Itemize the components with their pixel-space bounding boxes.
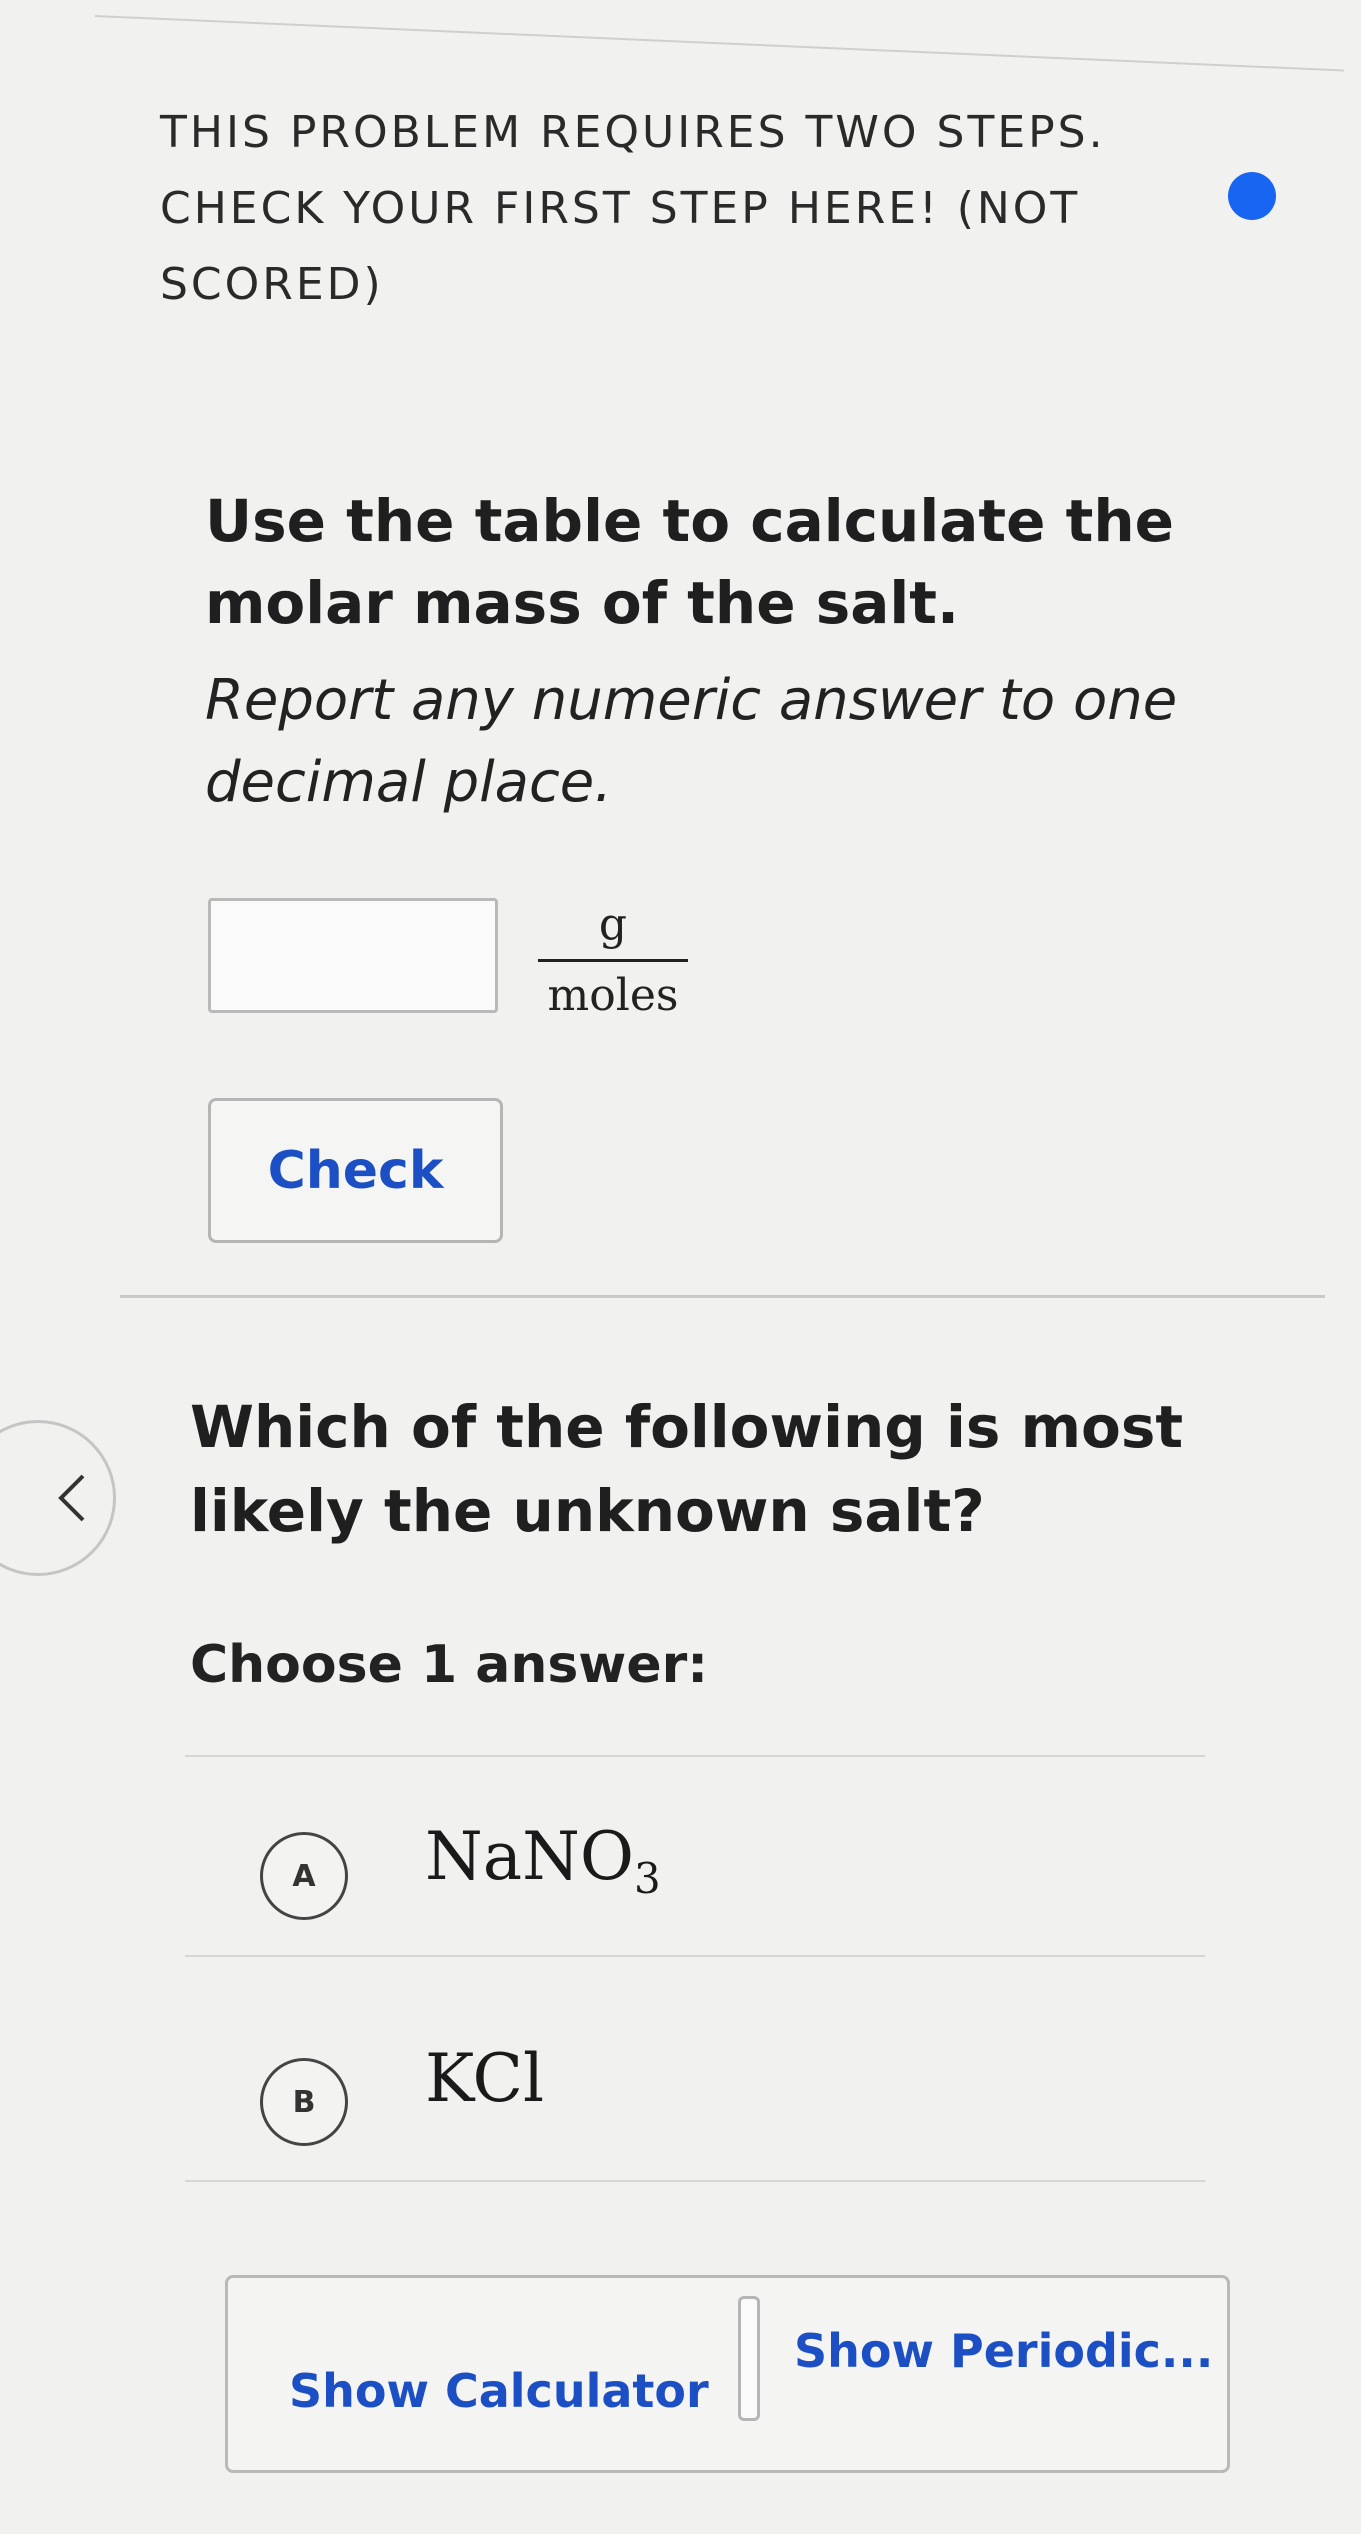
choice-a-label[interactable]: NaNO3 [425,1818,661,1903]
step1-instruction: Report any numeric answer to one decimal… [205,668,1178,815]
chevron-left-icon [58,1474,85,1522]
choice-a-formula: NaNO [425,1818,634,1895]
check-button[interactable]: Check [208,1098,503,1243]
section-divider [120,1295,1325,1298]
choice-separator [185,1755,1205,1757]
choice-a-circle[interactable]: A [260,1832,348,1920]
choice-b-label[interactable]: KCl [425,2040,544,2125]
choice-a-subscript: 3 [633,1854,661,1904]
choice-b-circle[interactable]: B [260,2058,348,2146]
show-periodic-table-button[interactable]: Show Periodic... [788,2323,1219,2379]
molar-mass-input[interactable] [208,898,498,1013]
status-dot-icon [1228,172,1276,220]
step2-question: Which of the following is most likely th… [190,1393,1184,1545]
step-note: THIS PROBLEM REQUIRES TWO STEPS. CHECK Y… [160,107,1106,310]
back-button[interactable] [0,1420,116,1576]
choice-separator [185,2180,1205,2182]
choice-separator [185,1955,1205,1957]
unit-numerator: g [598,899,628,950]
tool-bar: Show Calculator Show Periodic... [225,2275,1230,2473]
step1-prompt: Use the table to calculate the molar mas… [205,487,1174,637]
fraction-bar [538,959,688,962]
unit-denominator: moles [547,970,679,1021]
choose-label: Choose 1 answer: [190,1635,709,1695]
unit-fraction: g moles [538,895,688,1026]
toolbar-separator [738,2296,760,2421]
top-divider [94,15,1344,72]
show-calculator-button[interactable]: Show Calculator [283,2363,715,2419]
choice-b-formula: KCl [425,2040,545,2117]
